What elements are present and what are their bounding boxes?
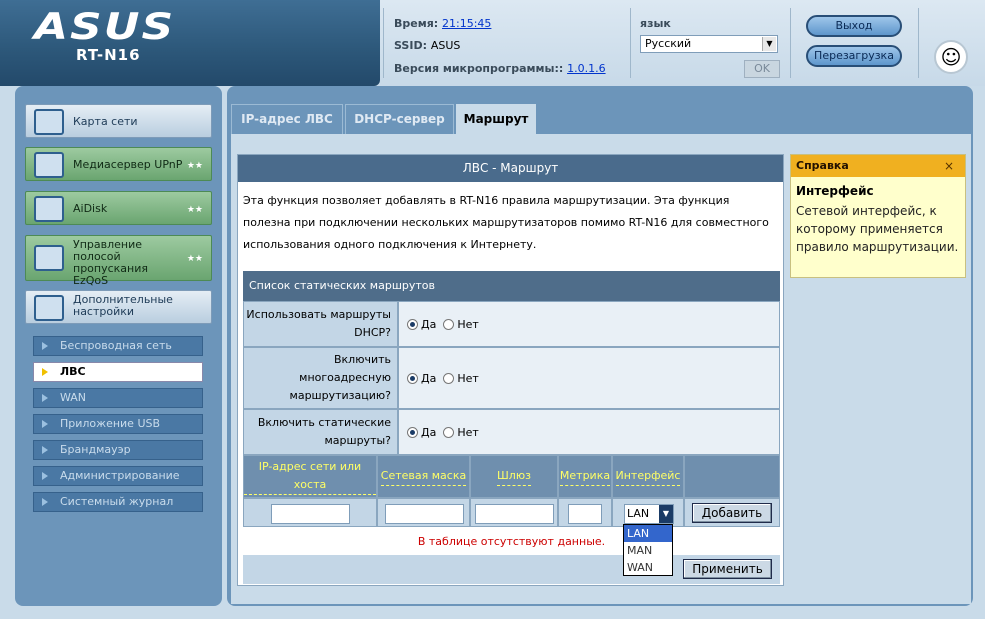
submenu-lan[interactable]: ЛВС [33,362,203,382]
avatar-icon: ☺ [934,40,968,74]
model-name: RT-N16 [76,46,141,64]
firmware-row: Версия микропрограммы:: 1.0.1.6 [394,62,606,75]
firmware-link[interactable]: 1.0.1.6 [567,62,605,75]
help-title-bar: Справка [791,155,965,177]
stars-icon: ★★ [186,161,203,171]
aidisk-icon [34,196,64,222]
tab-dhcp[interactable]: DHCP-сервер [345,104,454,134]
col-interface: Интерфейс [612,455,684,498]
netmask-input[interactable] [385,504,464,524]
cell [470,498,558,527]
chevron-down-icon: ▼ [762,37,776,51]
interface-dropdown[interactable]: LAN MAN WAN [623,524,673,576]
static-routes-options: Да Нет [398,409,780,455]
sidebar-item-network-map[interactable]: Карта сети [25,104,212,138]
submenu-wireless[interactable]: Беспроводная сеть [33,336,203,356]
static-routes-no-radio[interactable] [443,426,455,438]
add-button[interactable]: Добавить [692,503,772,523]
media-server-icon [34,152,64,178]
dhcp-routes-yes-radio[interactable] [407,318,418,330]
dhcp-routes-no-radio[interactable] [443,318,455,330]
divider [918,8,919,78]
submenu-syslog[interactable]: Системный журнал [33,492,203,512]
static-routes-label: Включить статические маршруты? [243,409,398,455]
cell: LAN ▼ [612,498,684,527]
network-map-icon [34,109,64,135]
cell [377,498,470,527]
apply-button[interactable]: Применить [683,559,772,579]
sidebar-item-ezqos[interactable]: Управление полосой пропускания EzQoS ★★ [25,235,212,287]
col-network: IP-адрес сети или хоста [243,455,377,498]
tab-lan-ip[interactable]: IP-адрес ЛВС [231,104,343,134]
gateway-input[interactable] [475,504,554,524]
qos-icon [34,245,64,271]
submenu-wan[interactable]: WAN [33,388,203,408]
reboot-button[interactable]: Перезагрузка [806,45,902,67]
multicast-options: Да Нет [398,347,780,409]
chevron-down-icon: ▼ [659,505,673,523]
ok-button[interactable]: OK [744,60,780,78]
stars-icon: ★★ [186,205,203,215]
language-label: язык [640,17,671,30]
submenu-usb[interactable]: Приложение USB [33,414,203,434]
tab-route[interactable]: Маршрут [456,104,536,134]
interface-select[interactable]: LAN ▼ [624,504,674,524]
option-wan[interactable]: WAN [624,559,672,576]
col-metric: Метрика [558,455,612,498]
multicast-label: Включить многоадресную маршрутизацию? [243,347,398,409]
language-select[interactable]: Русский ▼ [640,35,778,53]
cell: Добавить [684,498,780,527]
divider [790,8,791,78]
help-text: Сетевой интерфейс, к которому применяетс… [796,204,959,254]
divider [383,8,384,78]
close-icon[interactable]: × [944,155,958,177]
advanced-settings-icon [34,295,64,321]
option-lan[interactable]: LAN [624,525,672,542]
empty-table-message: В таблице отсутствуют данные. [243,528,780,555]
multicast-yes-radio[interactable] [407,372,418,384]
ssid-value: ASUS [430,39,461,52]
logout-button[interactable]: Выход [806,15,902,37]
cell [558,498,612,527]
time-row: Время: 21:15:45 [394,17,492,30]
static-routes-title: Список статических маршрутов [243,271,780,301]
col-gateway: Шлюз [470,455,558,498]
multicast-no-radio[interactable] [443,372,455,384]
submenu-firewall[interactable]: Брандмауэр [33,440,203,460]
col-netmask: Сетевая маска [377,455,470,498]
cell [243,498,377,527]
dhcp-routes-label: Использовать маршруты DHCP? [243,301,398,347]
help-heading: Интерфейс [796,184,874,198]
panel-description: Эта функция позволяет добавлять в RT-N16… [243,194,769,251]
ssid-row: SSID: ASUS [394,39,461,52]
divider [630,8,631,78]
sidebar-item-media-server[interactable]: Медиасервер UPnP ★★ [25,147,212,181]
panel-title: ЛВС - Маршрут [238,155,783,182]
sidebar-item-aidisk[interactable]: AiDisk ★★ [25,191,212,225]
network-input[interactable] [271,504,350,524]
dhcp-routes-options: Да Нет [398,301,780,347]
asus-logo: ASUS [34,6,176,48]
option-man[interactable]: MAN [624,542,672,559]
stars-icon: ★★ [186,254,203,264]
time-link[interactable]: 21:15:45 [442,17,491,30]
submenu-administration[interactable]: Администрирование [33,466,203,486]
col-action [684,455,780,498]
static-routes-yes-radio[interactable] [407,426,418,438]
sidebar-item-advanced[interactable]: Дополнительные настройки [25,290,212,324]
metric-input[interactable] [568,504,602,524]
